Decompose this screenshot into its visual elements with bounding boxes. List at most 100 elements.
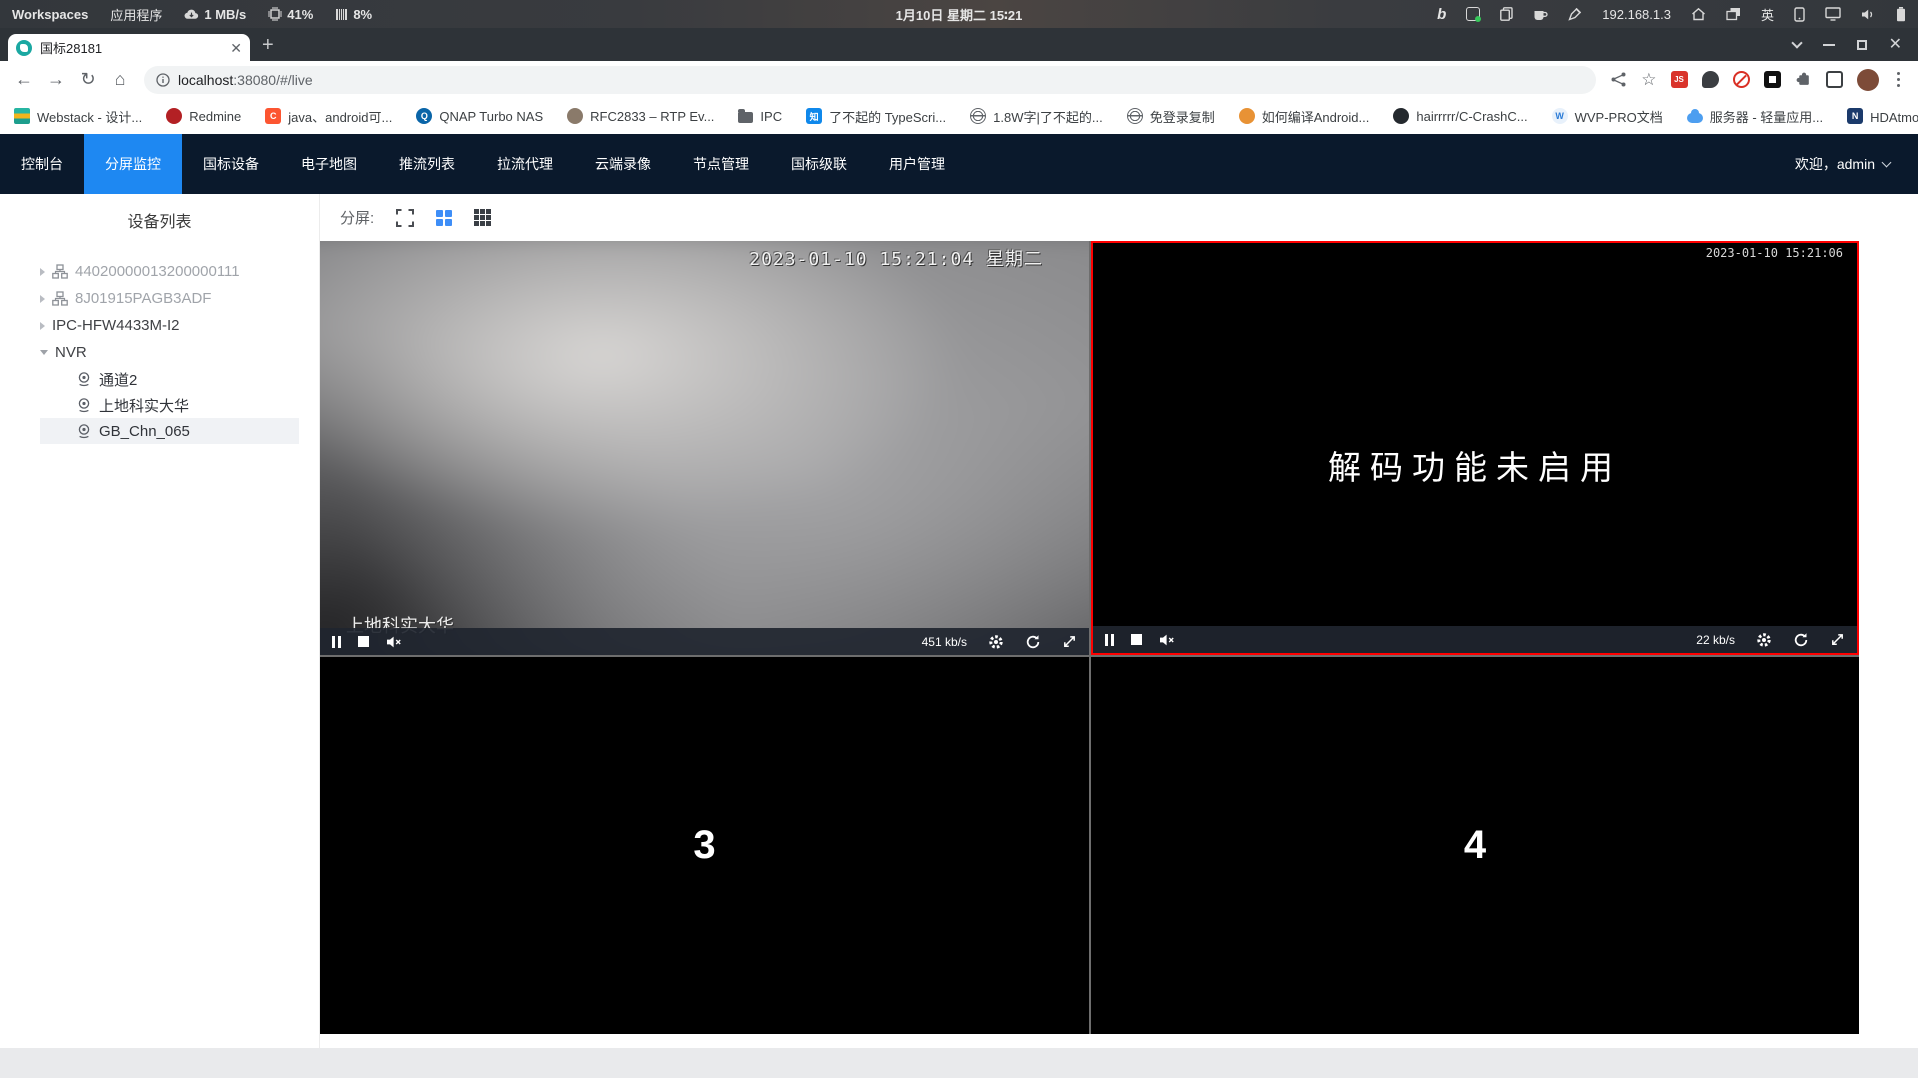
bookmark[interactable]: hairrrrr/C-CrashC... (1393, 108, 1528, 124)
color-picker-icon[interactable] (1568, 7, 1582, 21)
bookmark[interactable]: Redmine (166, 108, 241, 124)
address-bar[interactable]: localhost:38080/#/live (144, 65, 1597, 94)
user-menu[interactable]: 欢迎，admin (1795, 154, 1918, 174)
grid-2x2-layout-icon[interactable] (436, 209, 453, 226)
nav-item-pull-proxy[interactable]: 拉流代理 (476, 134, 574, 194)
video-cell-3[interactable]: 3 (320, 657, 1089, 1034)
bookmark[interactable]: 如何编译Android... (1238, 107, 1369, 126)
refresh-icon[interactable] (1793, 632, 1809, 648)
fullscreen-layout-icon[interactable] (396, 208, 415, 227)
settings-gear-icon[interactable] (1756, 632, 1772, 648)
bookmark[interactable]: RFC2833 – RTP Ev... (567, 108, 714, 124)
caret-right-icon[interactable] (40, 294, 45, 303)
extension-js-icon[interactable]: JS (1670, 71, 1688, 88)
tree-node-channel-selected[interactable]: GB_Chn_065 (40, 418, 299, 444)
bookmark[interactable]: Q QNAP Turbo NAS (416, 108, 543, 124)
browser-menu-icon[interactable] (1893, 71, 1905, 88)
pause-icon[interactable] (332, 635, 341, 648)
bookmark[interactable]: 免登录复制 (1126, 107, 1215, 126)
network-speed-indicator[interactable]: 1 MB/s (184, 7, 246, 22)
tab-search-icon[interactable] (1790, 36, 1803, 49)
input-language-indicator[interactable]: 英 (1761, 5, 1774, 24)
extensions-puzzle-icon[interactable] (1795, 71, 1812, 88)
nav-item-push-list[interactable]: 推流列表 (378, 134, 476, 194)
nav-item-console[interactable]: 控制台 (0, 134, 84, 194)
tree-node-channel[interactable]: 上地科实大华 (40, 392, 299, 418)
extension-adblock-icon[interactable] (1732, 71, 1750, 88)
close-window-icon[interactable]: ✕ (1889, 36, 1902, 53)
tree-node-device[interactable]: IPC-HFW4433M-I2 (40, 312, 299, 339)
video-cell-4[interactable]: 4 (1091, 657, 1859, 1034)
share-icon[interactable] (1610, 71, 1627, 88)
applications-menu[interactable]: 应用程序 (110, 5, 162, 24)
coffee-icon[interactable] (1533, 8, 1548, 21)
nav-item-user-manage[interactable]: 用户管理 (868, 134, 966, 194)
screenshot-app-icon[interactable] (1466, 7, 1482, 22)
display-icon[interactable] (1825, 7, 1841, 21)
tree-node-device-expanded[interactable]: NVR (40, 339, 299, 366)
caret-right-icon[interactable] (40, 267, 45, 276)
network-speed-value: 1 MB/s (204, 6, 247, 22)
bookmark[interactable]: 服务器 - 轻量应用... (1686, 107, 1823, 126)
ip-address[interactable]: 192.168.1.3 (1602, 7, 1671, 22)
bookmark[interactable]: 知了不起的 TypeScri... (806, 107, 946, 126)
camera-icon (78, 424, 90, 439)
new-tab-button[interactable]: + (262, 34, 274, 57)
site-info-icon[interactable] (156, 72, 170, 87)
bookmark-star-icon[interactable]: ☆ (1641, 70, 1656, 90)
nav-item-split-monitor[interactable]: 分屏监控 (84, 134, 182, 194)
minimize-icon[interactable] (1822, 43, 1835, 46)
restore-icon[interactable] (1856, 39, 1867, 50)
refresh-icon[interactable] (1025, 634, 1041, 650)
nav-item-node-manage[interactable]: 节点管理 (672, 134, 770, 194)
tab-close-icon[interactable]: ✕ (230, 41, 242, 55)
extension-square-icon[interactable] (1825, 71, 1843, 88)
caret-down-icon[interactable] (40, 350, 48, 355)
extension-dark-icon[interactable] (1701, 71, 1719, 88)
bookmark[interactable]: Webstack - 设计... (14, 107, 142, 126)
mute-icon[interactable] (386, 635, 402, 649)
home-button[interactable]: ⌂ (106, 66, 134, 94)
tree-node-channel[interactable]: 通道2 (40, 366, 299, 392)
tree-node-device[interactable]: 44020000013200000111 (40, 258, 299, 285)
workspace-switcher-icon[interactable] (1726, 7, 1741, 21)
bookmark[interactable]: 1.8W字|了不起的... (970, 107, 1103, 126)
app-nav-bar: 控制台 分屏监控 国标设备 电子地图 推流列表 拉流代理 云端录像 节点管理 国… (0, 134, 1918, 194)
bing-icon[interactable]: b (1437, 6, 1446, 23)
nav-item-gb-devices[interactable]: 国标设备 (182, 134, 280, 194)
home-icon[interactable] (1691, 7, 1706, 21)
stop-icon[interactable] (358, 636, 369, 647)
fullscreen-icon[interactable] (1830, 632, 1845, 647)
bookmark[interactable]: N HDAtmos :: 种子 *... (1847, 107, 1918, 126)
settings-gear-icon[interactable] (988, 634, 1004, 650)
workspaces-menu[interactable]: Workspaces (12, 7, 88, 22)
forward-button[interactable]: → (42, 66, 70, 94)
cpu-indicator[interactable]: 41% (268, 7, 313, 22)
profile-avatar[interactable] (1856, 68, 1879, 91)
battery-icon[interactable] (1896, 6, 1906, 22)
reload-button[interactable]: ↻ (74, 66, 102, 94)
stop-icon[interactable] (1131, 634, 1142, 645)
extension-frame-icon[interactable] (1763, 71, 1781, 88)
nav-item-cloud-record[interactable]: 云端录像 (574, 134, 672, 194)
caret-right-icon[interactable] (40, 321, 45, 330)
bookmark[interactable]: W WVP-PRO文档 (1551, 107, 1663, 126)
bookmark[interactable]: Cjava、android可... (265, 107, 392, 126)
grid-3x3-layout-icon[interactable] (474, 209, 491, 226)
nav-item-gb-cascade[interactable]: 国标级联 (770, 134, 868, 194)
browser-tab[interactable]: 国标28181 ✕ (8, 34, 250, 61)
video-cell-2[interactable]: 2023-01-10 15:21:06 解码功能未启用 22 kb/s (1091, 241, 1859, 655)
nav-item-map[interactable]: 电子地图 (280, 134, 378, 194)
pause-icon[interactable] (1105, 633, 1114, 646)
fullscreen-icon[interactable] (1062, 634, 1077, 649)
clipboard-icon[interactable] (1500, 7, 1513, 21)
tree-node-device[interactable]: 8J01915PAGB3ADF (40, 285, 299, 312)
bookmark-folder[interactable]: IPC (738, 108, 782, 124)
back-button[interactable]: ← (10, 66, 38, 94)
volume-icon[interactable] (1861, 8, 1876, 21)
video-cell-1[interactable]: 2023-01-10 15:21:04 星期二 上地科实大华 451 kb/s (320, 241, 1089, 655)
memory-indicator[interactable]: 8% (335, 7, 372, 22)
phone-icon[interactable] (1794, 6, 1805, 22)
mute-icon[interactable] (1159, 633, 1175, 647)
tree-node-label: 通道2 (99, 371, 138, 389)
